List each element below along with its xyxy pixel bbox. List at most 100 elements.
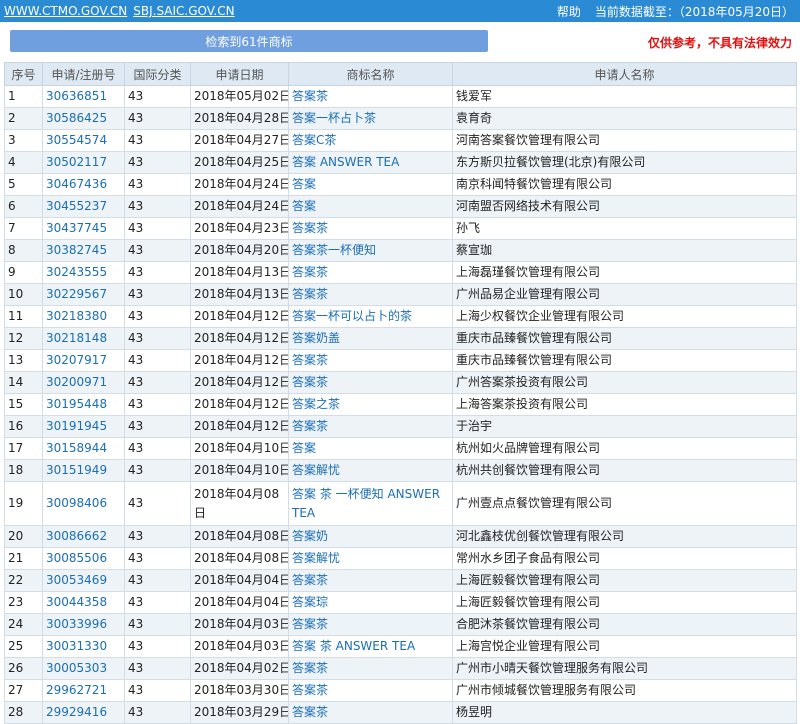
mark-name-link[interactable]: 答案奶盖 — [292, 331, 340, 345]
row-number: 26 — [4, 657, 43, 680]
date-cell: 2018年04月10日 — [190, 437, 289, 460]
date-cell: 2018年04月20日 — [190, 239, 289, 262]
mark-name-link[interactable]: 答案茶 — [292, 265, 328, 279]
reg-number-link[interactable]: 30044358 — [46, 595, 107, 609]
mark-name-link[interactable]: 答案 — [292, 177, 316, 191]
reg-number-cell: 30158944 — [42, 437, 125, 460]
reg-number-link[interactable]: 30033996 — [46, 617, 107, 631]
row-number: 20 — [4, 525, 43, 548]
mark-name-link[interactable]: 答案一杯可以占卜的茶 — [292, 309, 412, 323]
reg-number-link[interactable]: 30191945 — [46, 419, 107, 433]
results-table: 序号 申请/注册号 国际分类 申请日期 商标名称 申请人名称 1 30636851… — [4, 62, 797, 724]
reg-number-link[interactable]: 30455237 — [46, 199, 107, 213]
table-row: 17 30158944 43 2018年04月10日 答案 杭州如火品牌管理有限公司 — [4, 437, 797, 460]
reg-number-link[interactable]: 30005303 — [46, 661, 107, 675]
mark-name-link[interactable]: 答案琮 — [292, 595, 328, 609]
reg-number-link[interactable]: 30098406 — [46, 496, 107, 510]
reg-number-link[interactable]: 30243555 — [46, 265, 107, 279]
mark-name-link[interactable]: 答案 茶 ANSWER TEA — [292, 639, 415, 653]
mark-name-cell: 答案之茶 — [288, 393, 453, 416]
reg-number-link[interactable]: 30151949 — [46, 463, 107, 477]
reg-number-link[interactable]: 30207917 — [46, 353, 107, 367]
reg-number-link[interactable]: 30086662 — [46, 529, 107, 543]
mark-name-link[interactable]: 答案 茶 一杯便知 ANSWER TEA — [292, 487, 440, 520]
mark-name-link[interactable]: 答案茶一杯便知 — [292, 243, 376, 257]
applicant-cell: 上海磊瑾餐饮管理有限公司 — [452, 261, 797, 284]
date-cell: 2018年04月12日 — [190, 305, 289, 328]
reg-number-link[interactable]: 30229567 — [46, 287, 107, 301]
date-cell: 2018年04月08日 — [190, 481, 289, 526]
mark-name-cell: 答案奶 — [288, 525, 453, 548]
applicant-cell: 钱爱军 — [452, 85, 797, 108]
mark-name-link[interactable]: 答案茶 — [292, 375, 328, 389]
help-link[interactable]: 帮助 — [557, 3, 581, 20]
mark-name-link[interactable]: 答案 — [292, 199, 316, 213]
class-cell: 43 — [124, 525, 191, 548]
table-row: 6 30455237 43 2018年04月24日 答案 河南盟否网络技术有限公司 — [4, 195, 797, 218]
mark-name-link[interactable]: 答案奶 — [292, 529, 328, 543]
mark-name-link[interactable]: 答案茶 — [292, 89, 328, 103]
class-cell: 43 — [124, 107, 191, 130]
reg-number-cell: 30218148 — [42, 327, 125, 350]
reg-number-cell: 30031330 — [42, 635, 125, 658]
reg-number-link[interactable]: 30158944 — [46, 441, 107, 455]
reg-number-link[interactable]: 30053469 — [46, 573, 107, 587]
mark-name-link[interactable]: 答案茶 — [292, 573, 328, 587]
mark-name-link[interactable]: 答案茶 — [292, 353, 328, 367]
reg-number-link[interactable]: 30554574 — [46, 133, 107, 147]
mark-name-cell: 答案茶 — [288, 349, 453, 372]
row-number: 13 — [4, 349, 43, 372]
row-number: 17 — [4, 437, 43, 460]
reg-number-cell: 30033996 — [42, 613, 125, 636]
mark-name-link[interactable]: 答案解忧 — [292, 551, 340, 565]
mark-name-link[interactable]: 答案茶 — [292, 683, 328, 697]
applicant-cell: 上海宫悦企业管理有限公司 — [452, 635, 797, 658]
reg-number-link[interactable]: 30467436 — [46, 177, 107, 191]
row-number: 5 — [4, 173, 43, 196]
row-number: 2 — [4, 107, 43, 130]
reg-number-link[interactable]: 30200971 — [46, 375, 107, 389]
reg-number-link[interactable]: 30382745 — [46, 243, 107, 257]
reg-number-link[interactable]: 30218148 — [46, 331, 107, 345]
mark-name-link[interactable]: 答案茶 — [292, 287, 328, 301]
reg-number-link[interactable]: 30031330 — [46, 639, 107, 653]
result-count-button[interactable]: 检索到61件商标 — [10, 30, 488, 52]
class-cell: 43 — [124, 547, 191, 570]
mark-name-cell: 答案茶 — [288, 261, 453, 284]
reg-number-link[interactable]: 30437745 — [46, 221, 107, 235]
mark-name-cell: 答案解忧 — [288, 547, 453, 570]
header-applicant: 申请人名称 — [452, 62, 797, 86]
date-cell: 2018年03月30日 — [190, 679, 289, 702]
reg-number-link[interactable]: 30636851 — [46, 89, 107, 103]
mark-name-link[interactable]: 答案 ANSWER TEA — [292, 155, 399, 169]
mark-name-cell: 答案茶 — [288, 415, 453, 438]
reg-number-link[interactable]: 30502117 — [46, 155, 107, 169]
mark-name-link[interactable]: 答案茶 — [292, 221, 328, 235]
mark-name-link[interactable]: 答案茶 — [292, 617, 328, 631]
mark-name-link[interactable]: 答案茶 — [292, 419, 328, 433]
class-cell: 43 — [124, 437, 191, 460]
reg-number-link[interactable]: 30195448 — [46, 397, 107, 411]
saic-site-link[interactable]: SBJ.SAIC.GOV.CN — [133, 4, 234, 18]
row-number: 23 — [4, 591, 43, 614]
mark-name-link[interactable]: 答案之茶 — [292, 397, 340, 411]
applicant-cell: 重庆市品臻餐饮管理有限公司 — [452, 327, 797, 350]
reg-number-link[interactable]: 30085506 — [46, 551, 107, 565]
mark-name-link[interactable]: 答案茶 — [292, 661, 328, 675]
row-number: 10 — [4, 283, 43, 306]
mark-name-link[interactable]: 答案茶 — [292, 705, 328, 719]
table-row: 2 30586425 43 2018年04月28日 答案一杯占卜茶 袁育奇 — [4, 107, 797, 130]
reg-number-link[interactable]: 29929416 — [46, 705, 107, 719]
applicant-cell: 重庆市品臻餐饮管理有限公司 — [452, 349, 797, 372]
mark-name-link[interactable]: 答案 — [292, 441, 316, 455]
reg-number-link[interactable]: 29962721 — [46, 683, 107, 697]
ctmo-site-link[interactable]: WWW.CTMO.GOV.CN — [4, 4, 127, 18]
mark-name-link[interactable]: 答案一杯占卜茶 — [292, 111, 376, 125]
reg-number-cell: 30636851 — [42, 85, 125, 108]
mark-name-link[interactable]: 答案C茶 — [292, 133, 336, 147]
reg-number-link[interactable]: 30218380 — [46, 309, 107, 323]
mark-name-link[interactable]: 答案解忧 — [292, 463, 340, 477]
mark-name-cell: 答案一杯可以占卜的茶 — [288, 305, 453, 328]
reg-number-link[interactable]: 30586425 — [46, 111, 107, 125]
header-date: 申请日期 — [190, 62, 289, 86]
